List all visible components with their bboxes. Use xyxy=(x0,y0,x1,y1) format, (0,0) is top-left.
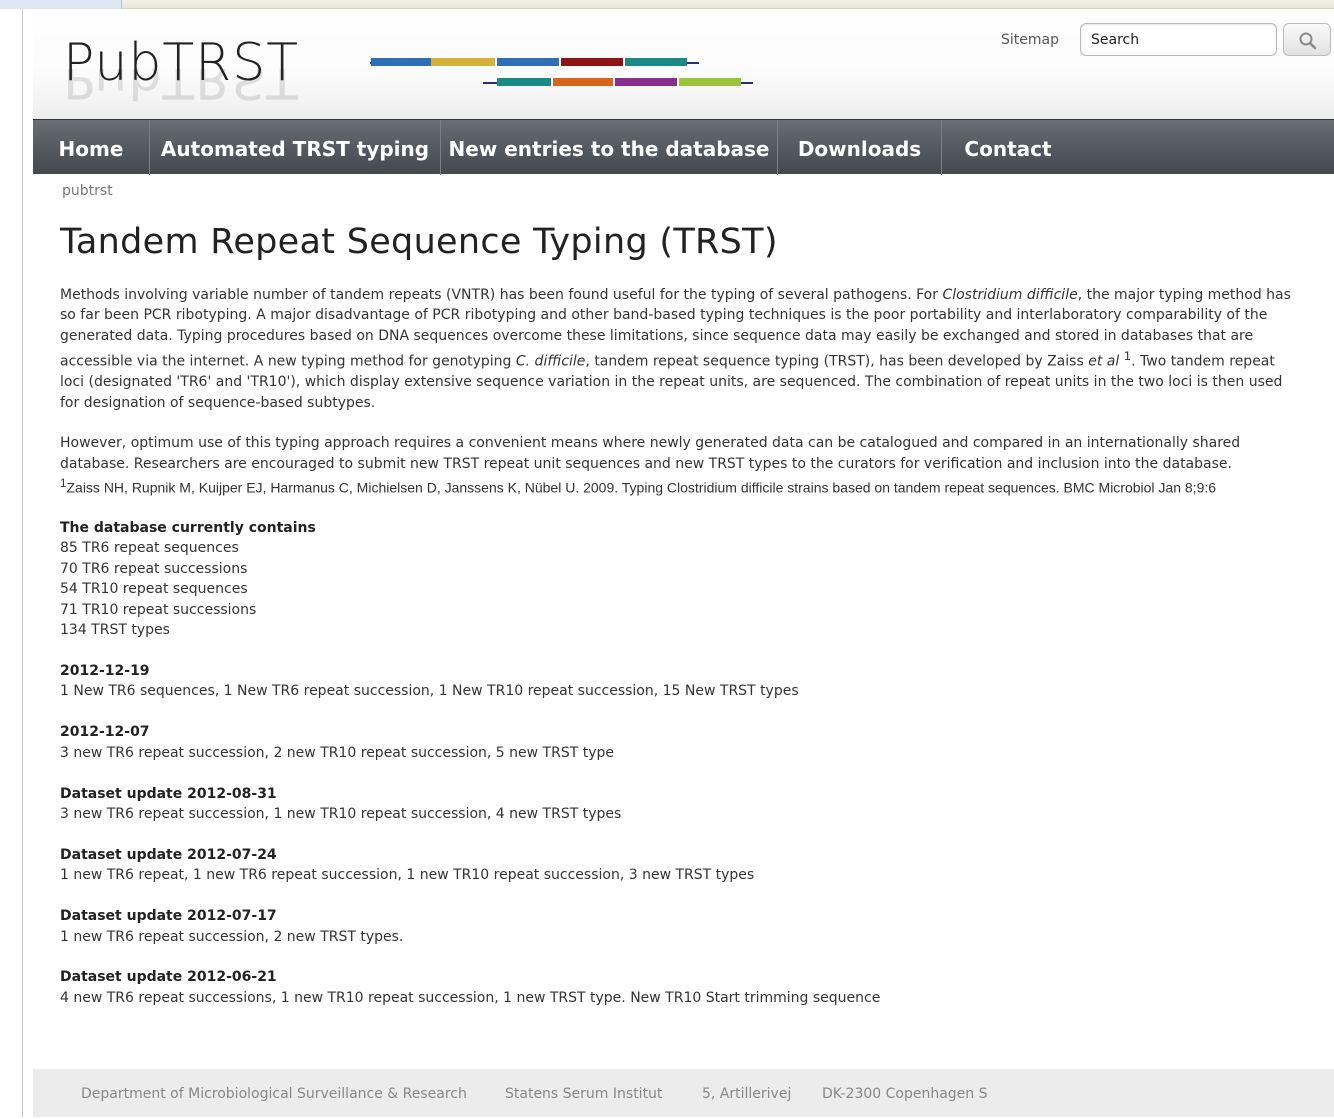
update-entry: Dataset update 2012-06-21 4 new TR6 repe… xyxy=(60,967,1300,1008)
breadcrumb[interactable]: pubtrst xyxy=(62,183,113,199)
database-line: 70 TR6 repeat successions xyxy=(60,560,248,577)
update-entry: Dataset update 2012-07-24 1 new TR6 repe… xyxy=(60,845,1300,886)
page-left-border xyxy=(22,9,23,1117)
page: PubTRST PubTRST Sitemap Search Home Auto… xyxy=(33,9,1334,1117)
footnote-mark: 1 xyxy=(1123,349,1132,364)
database-summary-list: 85 TR6 repeat sequences 70 TR6 repeat su… xyxy=(60,538,1300,640)
update-text: 1 new TR6 repeat, 1 new TR6 repeat succe… xyxy=(60,867,755,884)
database-line: 54 TR10 repeat sequences xyxy=(60,581,248,598)
page-title: Tandem Repeat Sequence Typing (TRST) xyxy=(60,222,778,262)
site-footer: Department of Microbiological Surveillan… xyxy=(33,1069,1334,1117)
footer-city: DK-2300 Copenhagen S xyxy=(822,1086,988,1102)
update-entry: 2012-12-19 1 New TR6 sequences, 1 New TR… xyxy=(60,661,1300,702)
update-text: 4 new TR6 repeat successions, 1 new TR10… xyxy=(60,989,881,1006)
database-summary-title: The database currently contains xyxy=(60,519,316,536)
site-header: PubTRST PubTRST Sitemap xyxy=(33,9,1334,119)
nav-automated-trst-typing[interactable]: Automated TRST typing xyxy=(150,120,441,175)
search-button[interactable] xyxy=(1283,23,1331,56)
update-title: Dataset update 2012-08-31 xyxy=(60,785,277,802)
search-box xyxy=(1080,23,1277,56)
update-entry: Dataset update 2012-07-17 1 new TR6 repe… xyxy=(60,906,1300,947)
update-title: 2012-12-19 xyxy=(60,662,150,679)
footer-street: 5, Artillerivej xyxy=(702,1086,792,1102)
update-title: Dataset update 2012-06-21 xyxy=(60,969,277,986)
update-title: Dataset update 2012-07-17 xyxy=(60,908,277,925)
reference-note: 1Zaiss NH, Rupnik M, Kuijper EJ, Harmanu… xyxy=(60,476,1217,496)
update-title: Dataset update 2012-07-24 xyxy=(60,846,277,863)
update-text: 1 New TR6 sequences, 1 New TR6 repeat su… xyxy=(60,683,799,700)
nav-downloads[interactable]: Downloads xyxy=(778,120,942,175)
update-text: 3 new TR6 repeat succession, 1 new TR10 … xyxy=(60,805,622,822)
intro-paragraph: Methods involving variable number of tan… xyxy=(60,287,1291,411)
update-text: 1 new TR6 repeat succession, 2 new TRST … xyxy=(60,928,404,945)
update-text: 3 new TR6 repeat succession, 2 new TR10 … xyxy=(60,744,614,761)
search-input[interactable] xyxy=(1089,30,1269,50)
update-entry: Dataset update 2012-08-31 3 new TR6 repe… xyxy=(60,784,1300,825)
update-title: 2012-12-07 xyxy=(60,724,150,741)
main-content: Methods involving variable number of tan… xyxy=(60,285,1300,1008)
nav-new-entries[interactable]: New entries to the database xyxy=(441,120,778,175)
browser-top-strip xyxy=(0,0,1334,9)
site-logo[interactable]: PubTRST xyxy=(63,33,299,93)
nav-home[interactable]: Home xyxy=(33,120,150,175)
nav-contact[interactable]: Contact xyxy=(942,120,1074,175)
main-nav: Home Automated TRST typing New entries t… xyxy=(33,119,1334,175)
footer-department: Department of Microbiological Surveillan… xyxy=(81,1086,467,1102)
update-entry: 2012-12-07 3 new TR6 repeat succession, … xyxy=(60,722,1300,763)
magnifier-icon xyxy=(1299,32,1317,50)
browser-tab-edge xyxy=(0,0,122,9)
footer-institute: Statens Serum Institut xyxy=(505,1086,663,1102)
database-line: 85 TR6 repeat sequences xyxy=(60,540,239,557)
database-line: 71 TR10 repeat successions xyxy=(60,601,257,618)
sitemap-link[interactable]: Sitemap xyxy=(1001,32,1059,48)
database-line: 134 TRST types xyxy=(60,622,170,638)
submission-paragraph: However, optimum use of this typing appr… xyxy=(60,435,1241,472)
